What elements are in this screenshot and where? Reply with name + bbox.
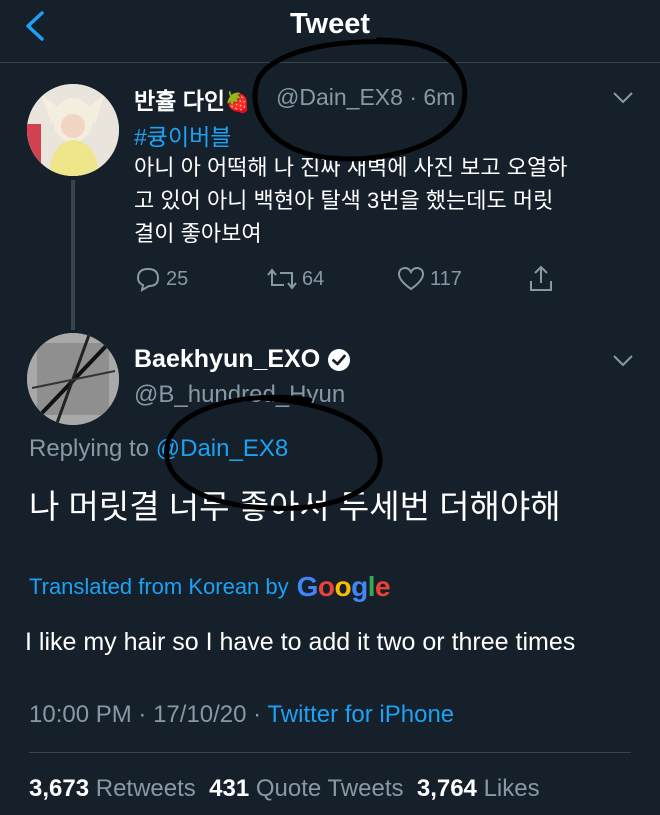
tweet-text: 아니 아 어떡해 나 진짜 새벽에 사진 보고 오열하 고 있어 아니 백현아 …	[134, 155, 568, 246]
retweet-action[interactable]: 64	[266, 262, 324, 296]
likes-stat[interactable]: 3,764 Likes	[417, 775, 540, 802]
author-handle[interactable]: @Dain_EX8	[276, 84, 403, 110]
chevron-down-icon[interactable]	[612, 354, 634, 368]
translated-label: Translated from Korean by	[29, 574, 289, 599]
verified-badge-icon	[328, 348, 351, 371]
retweet-icon	[267, 268, 297, 290]
translation-attribution[interactable]: Translated from Korean by Google	[29, 571, 391, 603]
retweet-count: 64	[302, 267, 325, 290]
separator-dot: ·	[138, 701, 147, 728]
top-bar: Tweet	[0, 0, 660, 63]
google-letter: l	[367, 571, 376, 602]
engagement-stats: 3,673 Retweets 431 Quote Tweets 3,764 Li…	[29, 775, 540, 803]
share-action[interactable]	[527, 262, 559, 296]
page-title: Tweet	[289, 8, 371, 40]
like-action[interactable]: 117	[396, 262, 462, 296]
reply-count: 25	[166, 267, 189, 290]
like-icon	[397, 266, 425, 291]
quote-tweets-stat[interactable]: 431 Quote Tweets	[209, 775, 403, 802]
timestamp: 6m	[423, 84, 456, 110]
strawberry-emoji: 🍓	[225, 92, 250, 114]
reply-author-name-text: Baekhyun_EXO	[134, 345, 321, 373]
retweets-stat[interactable]: 3,673 Retweets	[29, 775, 196, 802]
replying-to-handle[interactable]: @Dain_EX8	[156, 435, 288, 462]
tweet-time: 10:00 PM	[29, 701, 132, 728]
google-letter: o	[334, 571, 352, 602]
reply-avatar[interactable]	[27, 333, 119, 425]
google-letter: g	[351, 571, 368, 602]
google-logo: Google	[296, 571, 391, 603]
google-letter: o	[317, 571, 335, 602]
reply-action[interactable]: 25	[134, 262, 188, 296]
tweet-date: 17/10/20	[153, 701, 247, 728]
retweets-count: 3,673	[29, 775, 90, 802]
tweet-source[interactable]: Twitter for iPhone	[267, 701, 454, 728]
separator-dot: ·	[253, 701, 262, 728]
google-letter: G	[296, 571, 319, 602]
likes-label: Likes	[483, 775, 540, 802]
like-count: 117	[430, 267, 462, 290]
divider	[29, 752, 631, 753]
avatar[interactable]	[27, 84, 119, 176]
quote-tweets-count: 431	[209, 775, 250, 802]
retweets-label: Retweets	[95, 775, 196, 802]
author-handle-time: @Dain_EX8 · 6m	[276, 84, 455, 111]
author-name-text: 반휼 다인	[134, 88, 226, 114]
google-letter: e	[375, 571, 391, 602]
quote-tweets-label: Quote Tweets	[255, 775, 404, 802]
reply-author-name[interactable]: Baekhyun_EXO	[134, 345, 352, 374]
replying-to: Replying to @Dain_EX8	[29, 435, 288, 463]
likes-count: 3,764	[416, 775, 477, 802]
avatar-image	[27, 84, 119, 176]
thread-line	[71, 180, 75, 330]
tweet-meta: 10:00 PM · 17/10/20 · Twitter for iPhone	[29, 701, 454, 729]
replying-to-label: Replying to	[29, 435, 150, 462]
hashtag-link[interactable]: #큥이버블	[134, 118, 231, 152]
avatar-image	[27, 333, 119, 425]
reply-icon	[136, 267, 160, 292]
translated-text: I like my hair so I have to add it two o…	[25, 628, 576, 656]
reply-author-handle[interactable]: @B_hundred_Hyun	[134, 381, 345, 409]
chevron-down-icon[interactable]	[612, 91, 634, 105]
share-icon	[530, 265, 552, 291]
author-name[interactable]: 반휼 다인🍓	[134, 82, 250, 116]
separator-dot: ·	[409, 84, 417, 110]
reply-tweet-text: 나 머릿결 너무 좋아서 두세번 더해야해	[29, 488, 561, 525]
